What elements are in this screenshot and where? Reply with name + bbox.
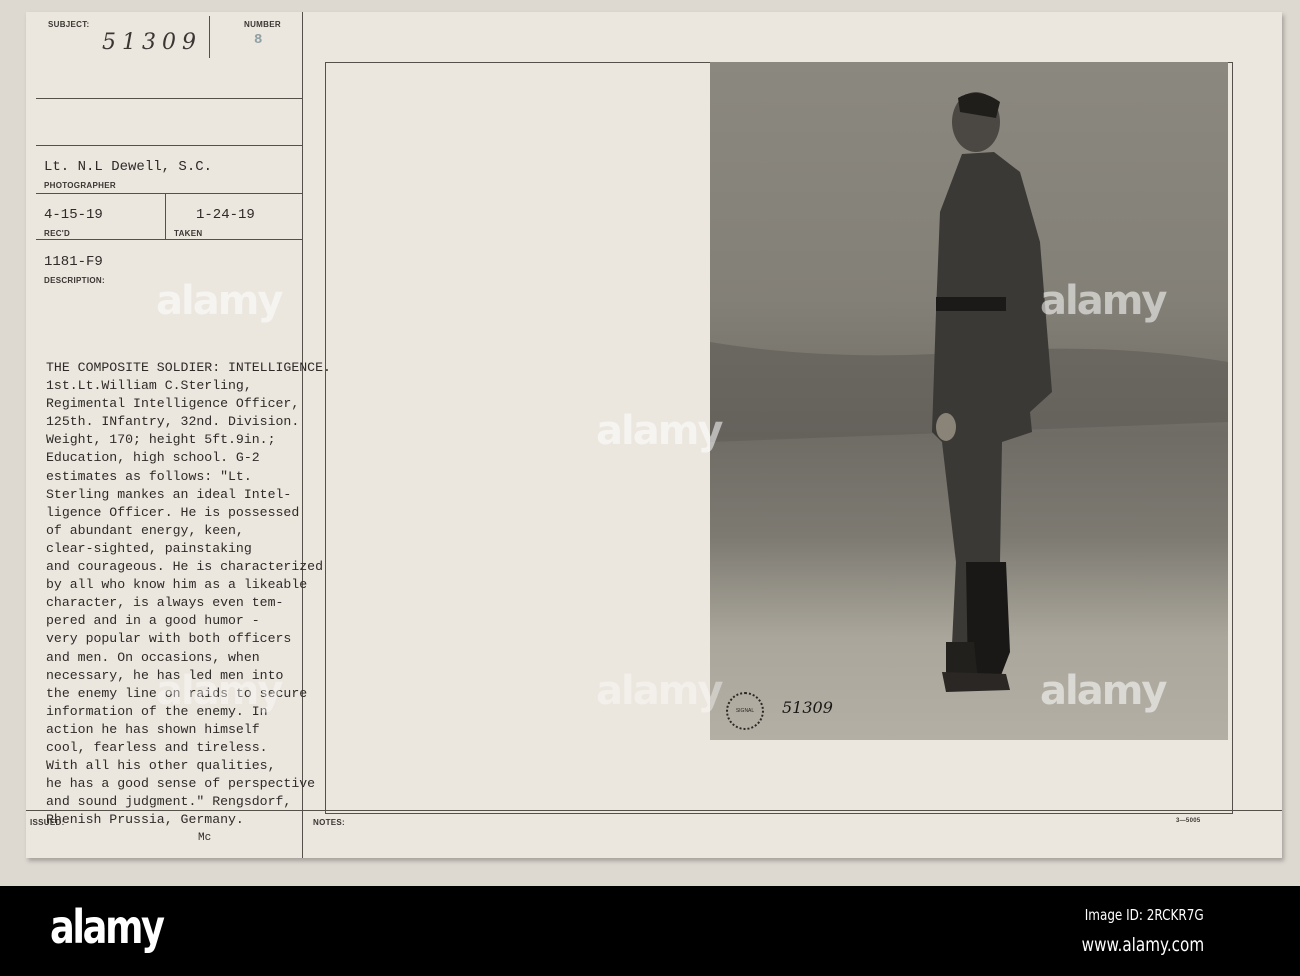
number-value: 8: [254, 32, 263, 48]
description-line: Education, high school. G-2: [46, 450, 260, 466]
description-line: cool, fearless and tireless.: [46, 739, 268, 755]
description-line: and courageous. He is characterized: [46, 559, 323, 575]
description-line: 125th. INfantry, 32nd. Division.: [46, 414, 300, 430]
taken-value: 1-24-19: [196, 207, 255, 223]
form-code: 3—5005: [1176, 818, 1201, 824]
divider: [36, 239, 302, 240]
watermark: alamy: [596, 408, 723, 454]
soldier-figure: [710, 92, 1228, 692]
description-line: and sound judgment." Rengsdorf,: [46, 794, 292, 810]
subject-value: 51309: [102, 30, 202, 55]
description-line: THE COMPOSITE SOLDIER: INTELLIGENCE.: [46, 360, 331, 375]
recd-value: 4-15-19: [44, 207, 103, 223]
description-line: he has a good sense of perspective: [46, 776, 316, 792]
divider: [165, 193, 166, 239]
description-line: action he has shown himself: [46, 721, 260, 737]
watermark-banner: alamy Image ID: 2RCKR7G www.alamy.com: [0, 886, 1300, 976]
photographer-value: Lt. N.L Dewell, S.C.: [44, 159, 213, 175]
description-line: character, is always even tem-: [46, 595, 284, 611]
alamy-logo: alamy: [50, 900, 165, 954]
watermark: alamy: [156, 668, 283, 714]
description-line: Rhenish Prussia, Germany.: [46, 812, 244, 828]
recd-label: REC'D: [44, 229, 71, 238]
issued-value: Mc: [198, 832, 212, 844]
description-line: by all who know him as a likeable: [46, 577, 308, 593]
watermark: alamy: [1040, 668, 1167, 714]
divider: [36, 98, 302, 99]
description-line: 1st.Lt.William C.Sterling,: [46, 378, 252, 394]
soldier-photo: SIGNAL CORPS U.S.A. 51309: [710, 62, 1228, 740]
description-line: ligence Officer. He is possessed: [46, 504, 300, 520]
description-text: THE COMPOSITE SOLDIER: INTELLIGENCE. 1st.…: [46, 359, 331, 829]
description-line: Regimental Intelligence Officer,: [46, 396, 300, 412]
divider: [209, 16, 210, 58]
taken-label: TAKEN: [174, 229, 203, 238]
signal-corps-stamp: SIGNAL CORPS U.S.A.: [726, 692, 764, 730]
watermark: alamy: [596, 668, 723, 714]
watermark: alamy: [156, 278, 283, 324]
watermark: alamy: [1040, 278, 1167, 324]
description-line: clear-sighted, painstaking: [46, 540, 252, 556]
photographer-label: PHOTOGRAPHER: [44, 181, 116, 190]
description-line: Sterling mankes an ideal Intel-: [46, 486, 292, 502]
description-line: estimates as follows: "Lt.: [46, 468, 252, 484]
subject-label: SUBJECT:: [48, 20, 90, 29]
description-line: and men. On occasions, when: [46, 649, 260, 665]
description-line: very popular with both officers: [46, 631, 292, 647]
number-label: NUMBER: [244, 20, 281, 29]
description-label: DESCRIPTION:: [44, 276, 105, 285]
description-line: pered and in a good humor -: [46, 613, 260, 629]
site-link[interactable]: www.alamy.com: [1081, 934, 1204, 956]
divider: [36, 145, 302, 146]
divider: [36, 193, 302, 194]
photo-number: 51309: [782, 698, 833, 717]
description-line: Weight, 170; height 5ft.9in.;: [46, 432, 276, 448]
description-line: With all his other qualities,: [46, 758, 276, 774]
reference-number: 1181-F9: [44, 254, 103, 270]
description-line: of abundant energy, keen,: [46, 522, 244, 538]
image-id: Image ID: 2RCKR7G: [1085, 906, 1204, 924]
